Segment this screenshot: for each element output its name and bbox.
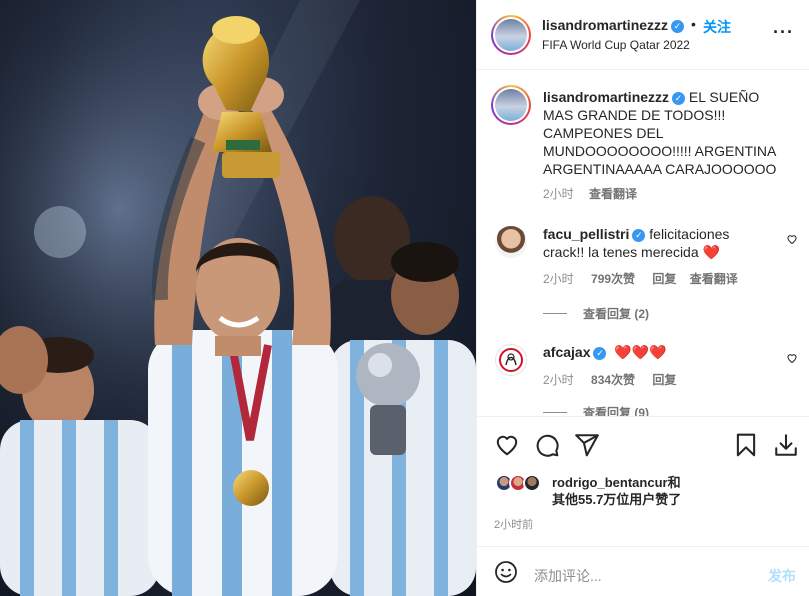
comment-icon[interactable] <box>534 432 560 458</box>
post-actions: rodrigo_bentancur和 其他55.7万位用户赞了 2小时前 <box>477 416 809 546</box>
liker-avatar[interactable] <box>523 474 541 492</box>
caption-meta: 2小时 查看翻译 <box>543 185 637 202</box>
verified-badge-icon: ✓ <box>593 347 607 360</box>
author-avatar[interactable] <box>491 15 531 55</box>
post-photo <box>0 0 476 596</box>
comment-time: 2小时 <box>543 373 574 387</box>
heart-icon[interactable] <box>494 432 520 458</box>
heart-emoji: ❤️ <box>702 244 720 260</box>
post-side-panel: lisandromartinezzz ✓ • 关注 FIFA World Cup … <box>476 0 809 596</box>
caption-username[interactable]: lisandromartinezzz <box>543 89 669 105</box>
share-icon[interactable] <box>574 432 600 458</box>
like-comment-heart-icon[interactable] <box>786 352 798 364</box>
heart-emoji: ❤️❤️❤️ <box>614 344 667 360</box>
comment-meta: 2小时 834次赞 回复 <box>543 371 676 388</box>
view-replies-label[interactable]: 查看回复 (2) <box>583 307 649 321</box>
comment-time: 2小时 <box>543 272 574 286</box>
view-replies-label[interactable]: 查看回复 (9) <box>583 406 649 416</box>
download-icon[interactable] <box>773 432 799 458</box>
likes-line-2[interactable]: 其他55.7万位用户赞了 <box>552 491 681 508</box>
likes-line-1[interactable]: rodrigo_bentancur和 <box>552 474 681 491</box>
comment-meta: 2小时 799次赞 回复 查看翻译 <box>543 270 738 287</box>
caption-translate-link[interactable]: 查看翻译 <box>589 187 637 201</box>
more-options-icon[interactable]: ··· <box>773 22 794 43</box>
separator-dot: • <box>691 16 696 32</box>
post-header: lisandromartinezzz ✓ • 关注 FIFA World Cup … <box>477 0 809 70</box>
post-location[interactable]: FIFA World Cup Qatar 2022 <box>542 38 690 52</box>
comment-username[interactable]: facu_pellistri <box>543 226 629 242</box>
verified-badge-icon: ✓ <box>672 92 686 105</box>
celebration-photo-illustration <box>0 0 476 596</box>
bookmark-icon[interactable] <box>733 432 759 458</box>
verified-badge-icon: ✓ <box>671 20 685 33</box>
post-timestamp: 2小时前 <box>494 519 534 531</box>
caption-body: lisandromartinezzz ✓ EL SUEÑO MAS GRANDE … <box>543 88 783 178</box>
comment-body: afcajax ✓ ❤️❤️❤️ <box>543 343 768 361</box>
emoji-icon[interactable] <box>494 560 518 584</box>
comment-avatar[interactable] <box>495 344 527 376</box>
like-comment-heart-icon[interactable] <box>786 233 798 245</box>
view-replies-button[interactable]: 查看回复 (9) <box>543 404 649 416</box>
comment-username[interactable]: afcajax <box>543 344 590 360</box>
post-comment-button[interactable]: 发布 <box>768 566 796 586</box>
reply-link[interactable]: 回复 <box>652 272 676 286</box>
replies-divider <box>543 313 567 314</box>
comments-list[interactable]: lisandromartinezzz ✓ EL SUEÑO MAS GRANDE … <box>477 71 809 416</box>
view-replies-button[interactable]: 查看回复 (2) <box>543 305 649 322</box>
comment-input[interactable]: 添加评论... <box>534 566 602 586</box>
comment-body: facu_pellistri ✓ felicitaciones crack!! l… <box>543 225 768 261</box>
likes-summary[interactable]: rodrigo_bentancur和 其他55.7万位用户赞了 <box>552 474 681 508</box>
follow-button[interactable]: 关注 <box>703 17 731 37</box>
comment-avatar[interactable] <box>495 226 527 258</box>
caption-time: 2小时 <box>543 187 574 201</box>
author-username[interactable]: lisandromartinezzz ✓ <box>542 17 685 33</box>
verified-badge-icon: ✓ <box>632 229 646 242</box>
replies-divider <box>543 412 567 413</box>
reply-link[interactable]: 回复 <box>652 373 676 387</box>
comment-likes[interactable]: 834次赞 <box>591 373 635 387</box>
comment-likes[interactable]: 799次赞 <box>591 272 635 286</box>
caption-avatar[interactable] <box>491 85 531 125</box>
translate-link[interactable]: 查看翻译 <box>690 272 738 286</box>
ajax-logo-icon <box>499 348 523 372</box>
add-comment-bar: 添加评论... 发布 <box>477 546 809 596</box>
